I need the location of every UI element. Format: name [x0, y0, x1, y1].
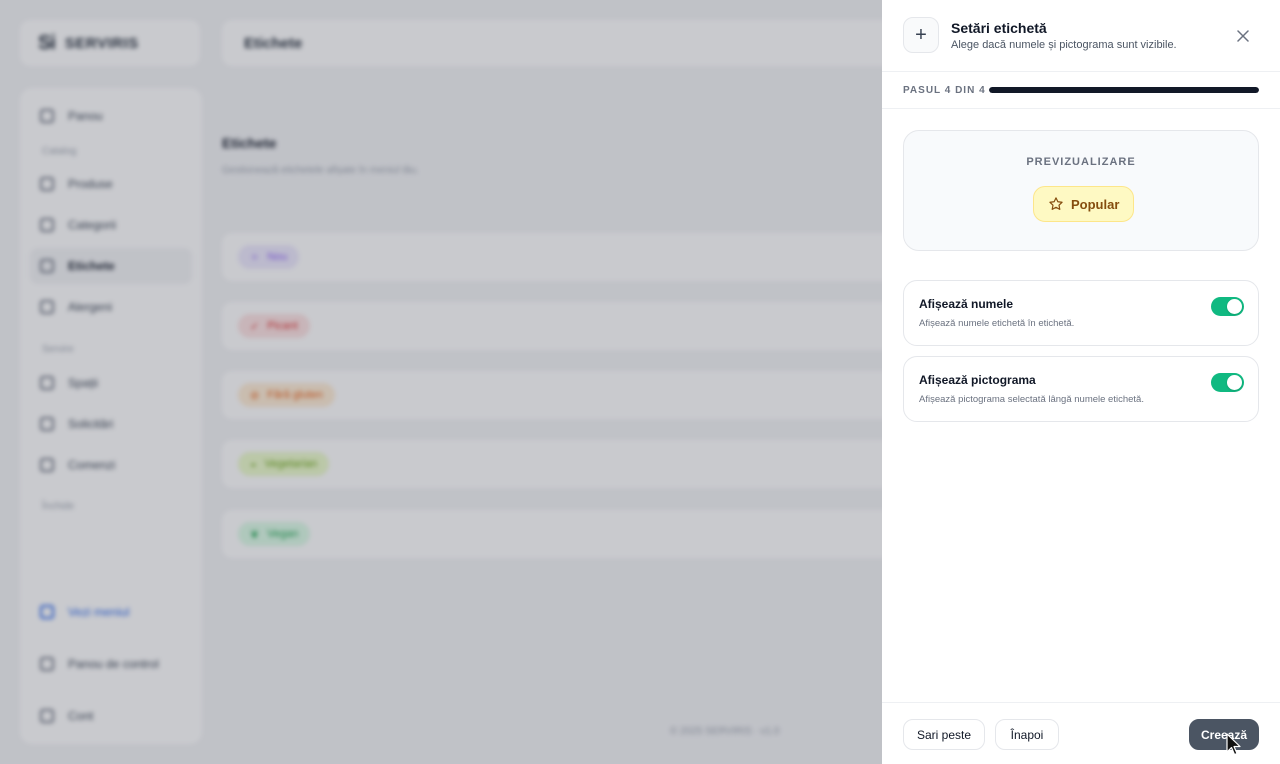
- toggle-knob: [1227, 299, 1242, 314]
- step-label: PASUL 4 DIN 4: [903, 85, 986, 96]
- toggle-knob: [1227, 375, 1242, 390]
- drawer-header: + Setări etichetă Alege dacă numele și p…: [882, 0, 1280, 72]
- back-button[interactable]: Înapoi: [995, 719, 1059, 750]
- drawer-title: Setări etichetă: [951, 20, 1047, 36]
- option-title: Afișează numele: [919, 297, 1014, 311]
- option-title: Afișează pictograma: [919, 373, 1036, 387]
- progress-fill: [989, 87, 1259, 93]
- close-icon[interactable]: [1232, 25, 1254, 47]
- option-description: Afișează numele etichetă în etichetă.: [919, 318, 1075, 329]
- preview-label: PREVIZUALIZARE: [1026, 156, 1136, 168]
- plus-icon[interactable]: +: [903, 17, 939, 53]
- show-icon-option: Afișează pictograma Afișează pictograma …: [903, 356, 1259, 422]
- drawer-subtitle: Alege dacă numele și pictograma sunt viz…: [951, 39, 1177, 51]
- preview-tag-chip: Popular: [1033, 186, 1135, 222]
- step-indicator: PASUL 4 DIN 4: [882, 72, 1280, 109]
- skip-button[interactable]: Sari peste: [903, 719, 985, 750]
- preview-panel: PREVIZUALIZARE Popular: [903, 130, 1259, 251]
- progress-bar: [989, 87, 1259, 93]
- option-description: Afișează pictograma selectată lângă nume…: [919, 394, 1144, 405]
- star-icon: [1049, 197, 1063, 210]
- show-name-toggle[interactable]: [1211, 297, 1244, 316]
- create-button[interactable]: Creează: [1189, 719, 1259, 750]
- drawer-footer: Sari peste Înapoi Creează: [882, 702, 1280, 764]
- show-name-option: Afișează numele Afișează numele etichetă…: [903, 280, 1259, 346]
- show-icon-toggle[interactable]: [1211, 373, 1244, 392]
- tag-settings-drawer: + Setări etichetă Alege dacă numele și p…: [882, 0, 1280, 764]
- preview-tag-label: Popular: [1071, 196, 1120, 212]
